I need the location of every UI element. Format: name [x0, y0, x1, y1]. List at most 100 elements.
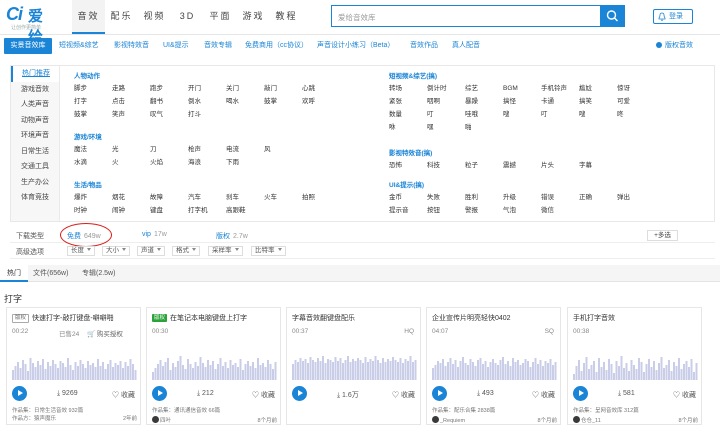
category-tag[interactable]: 笑声 [112, 108, 150, 121]
download-count[interactable]: ⤓ 493 [477, 390, 494, 398]
category-tag[interactable]: 跑步 [150, 82, 188, 95]
catbar-item-free-cc[interactable]: 免费商用（cc协议） [245, 38, 308, 54]
category-tag[interactable]: 尴尬 [579, 82, 617, 95]
category-tag[interactable]: 错误 [541, 191, 579, 204]
category-tag[interactable]: 震撼 [503, 159, 541, 172]
category-tag[interactable]: 键盘 [150, 204, 188, 217]
category-tag[interactable]: 刹车 [226, 191, 264, 204]
category-tag[interactable]: BGM [503, 82, 541, 95]
select-size[interactable]: 大小 [102, 246, 130, 256]
category-tag[interactable]: 爆炸 [74, 191, 112, 204]
select-length[interactable]: 长度 [67, 246, 95, 256]
category-tag[interactable]: 叮 [427, 108, 465, 121]
catbar-item-practice[interactable]: 声音设计小练习（Beta） [317, 38, 394, 54]
category-tag[interactable]: 恐怖 [389, 159, 427, 172]
category-tag[interactable]: 弹出 [617, 191, 655, 204]
catbar-item-works[interactable]: 音效作品 [410, 38, 438, 54]
sidebar-item-game[interactable]: 游戏音效 [11, 82, 59, 98]
category-tag[interactable]: 闹钟 [112, 204, 150, 217]
category-tag[interactable]: 走路 [112, 82, 150, 95]
category-tag[interactable]: 水滴 [74, 156, 112, 169]
category-tag[interactable]: 刀 [150, 143, 188, 156]
sidebar-item-environment[interactable]: 环境声音 [11, 128, 59, 144]
category-tag[interactable]: 叮 [541, 108, 579, 121]
catbar-item-ui[interactable]: UI&提示 [163, 38, 189, 54]
sound-card[interactable]: 版权 在笔记本电脑键盘上打字 00:30 ⤓ 212 ♡ 收藏 作品集：通讯通信音效 66… [146, 307, 281, 425]
category-tag[interactable]: 电流 [226, 143, 264, 156]
tab-hot[interactable]: 热门 [0, 265, 28, 282]
card-title[interactable]: 字幕音效翻键盘配乐 [292, 313, 417, 323]
sidebar-item-sports[interactable]: 体育竞技 [11, 190, 59, 206]
category-tag[interactable]: 翻书 [150, 95, 188, 108]
category-tag[interactable]: 提示音 [389, 204, 427, 217]
category-tag[interactable]: 火车 [264, 191, 302, 204]
card-collection[interactable]: 作品集：配乐合集 2838篇 [432, 408, 560, 416]
category-tag[interactable]: 金币 [389, 191, 427, 204]
nav-game[interactable]: 游戏 [237, 0, 270, 34]
play-button[interactable] [292, 386, 307, 401]
select-bitrate[interactable]: 比特率 [251, 246, 286, 256]
category-tag[interactable]: 哇哦 [465, 108, 503, 121]
category-tag[interactable]: 综艺 [465, 82, 503, 95]
waveform[interactable] [152, 347, 277, 380]
category-tag[interactable]: 脚步 [74, 82, 112, 95]
category-tag[interactable]: 枪声 [188, 143, 226, 156]
category-tag[interactable]: 故障 [150, 191, 188, 204]
login-button[interactable]: 登录 [653, 9, 693, 24]
category-tag[interactable]: 汽车 [188, 191, 226, 204]
catbar-item-short-video[interactable]: 短视频&综艺 [59, 38, 99, 54]
waveform[interactable] [292, 347, 417, 380]
card-collection[interactable]: 作品集：日常生活音效 932篇 [12, 408, 140, 416]
category-tag[interactable]: 开门 [188, 82, 226, 95]
category-tag[interactable]: 鼓掌 [74, 108, 112, 121]
buy-license-link[interactable]: 🛒 购买授权 [87, 328, 123, 338]
group-title[interactable]: 游戏/环境 [74, 131, 302, 143]
card-title[interactable]: 版权 快速打字-敲打键盘-噼噼啪 [12, 313, 137, 323]
card-title-text[interactable]: 字幕音效翻键盘配乐 [292, 315, 355, 322]
category-tag[interactable]: 下雨 [226, 156, 264, 169]
play-button[interactable] [152, 386, 167, 401]
category-tag[interactable]: 关门 [226, 82, 264, 95]
favorite-button[interactable]: ♡ 收藏 [392, 390, 415, 400]
card-author[interactable]: 作品方：猿声魔乐 [12, 416, 56, 422]
category-tag[interactable]: 字幕 [579, 159, 617, 172]
catbar-copyright[interactable]: 版权音效 [656, 38, 693, 54]
catbar-item-voice[interactable]: 真人配音 [452, 38, 480, 54]
card-title[interactable]: 版权 在笔记本电脑键盘上打字 [152, 313, 277, 323]
sidebar-item-hot[interactable]: 热门推荐 [11, 66, 59, 82]
category-tag[interactable]: 手机铃声 [541, 82, 579, 95]
waveform[interactable] [432, 347, 557, 380]
avatar[interactable] [573, 415, 580, 423]
category-tag[interactable]: 胜利 [465, 191, 503, 204]
category-tag[interactable]: 倒水 [188, 95, 226, 108]
download-count[interactable]: ⤓ 9269 [57, 390, 78, 398]
category-tag[interactable]: 叹气 [150, 108, 188, 121]
card-title-text[interactable]: 快速打字-敲打键盘-噼噼啪 [32, 315, 114, 322]
category-tag[interactable]: 鼓掌 [264, 95, 302, 108]
category-tag[interactable]: 数量 [389, 108, 427, 121]
sound-card[interactable]: 字幕音效翻键盘配乐 00:37 HQ ⤓ 1.6万 ♡ 收藏 [286, 307, 421, 425]
category-tag[interactable]: 海浪 [188, 156, 226, 169]
nav-tutorial[interactable]: 教程 [270, 0, 303, 34]
tab-files[interactable]: 文件(656w) [33, 265, 68, 282]
category-tag[interactable]: 倒计时 [427, 82, 465, 95]
category-tag[interactable]: 魔法 [74, 143, 112, 156]
card-title-text[interactable]: 手机打字音效 [573, 315, 615, 322]
category-tag[interactable]: 搞笑 [579, 95, 617, 108]
catbar-item-film-fx[interactable]: 影视特效音 [114, 38, 149, 54]
sidebar-item-daily[interactable]: 日常生活 [11, 144, 59, 160]
category-tag[interactable]: 啪 [465, 121, 503, 134]
category-tag[interactable]: 点击 [112, 95, 150, 108]
nav-video[interactable]: 视频 [138, 0, 171, 34]
sidebar-item-office[interactable]: 生产办公 [11, 175, 59, 191]
category-tag[interactable]: 心跳 [302, 82, 340, 95]
category-tag[interactable]: 打字 [74, 95, 112, 108]
group-title[interactable]: 短视频&综艺(搞) [389, 70, 655, 82]
nav-sound-effects[interactable]: 音效 [72, 0, 105, 34]
group-title[interactable]: 生活/物品 [74, 179, 340, 191]
sound-card[interactable]: 版权 快速打字-敲打键盘-噼噼啪 00:22 已售24 🛒 购买授权 ⤓ 9269 ♡ 收藏… [6, 307, 141, 425]
category-tag[interactable]: 失败 [427, 191, 465, 204]
nav-music[interactable]: 配乐 [105, 0, 138, 34]
filter-vip[interactable]: vip 17w [142, 231, 167, 238]
waveform[interactable] [573, 347, 698, 380]
